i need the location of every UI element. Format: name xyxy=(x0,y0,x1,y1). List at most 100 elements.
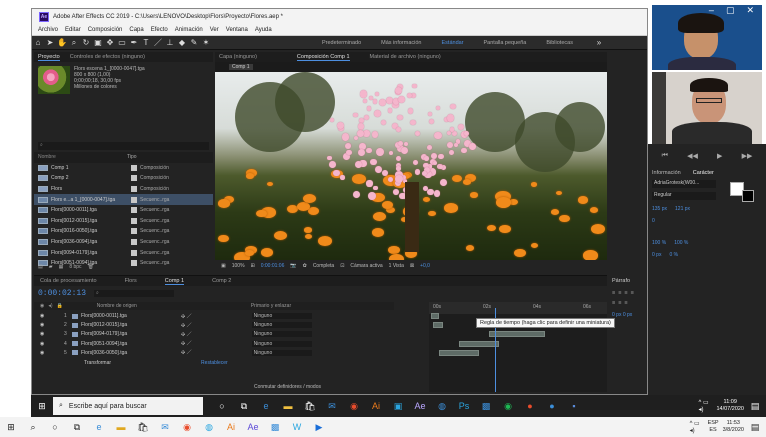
layer-duration-bar[interactable] xyxy=(459,340,499,347)
views-select[interactable]: 1 Vista xyxy=(389,263,404,269)
menu-capa[interactable]: Capa xyxy=(129,27,143,33)
tab-comp2[interactable]: Comp 2 xyxy=(212,278,231,284)
tab-footage[interactable]: Material de archivo (ninguno) xyxy=(370,54,441,60)
app-red-icon[interactable]: ● xyxy=(523,399,537,413)
switch-icons[interactable]: ✣ ／ xyxy=(181,349,192,356)
layer-search-input[interactable]: ⌕ xyxy=(94,290,174,297)
trash-icon[interactable]: 🗑 xyxy=(88,264,94,270)
new-folder-icon[interactable]: ▰ xyxy=(49,264,53,270)
windows-start-icon-outer[interactable]: ⊞ xyxy=(4,420,18,434)
roto-tool-icon[interactable]: ✎ xyxy=(188,37,200,49)
label-color-swatch[interactable] xyxy=(131,196,137,203)
type-tool-icon[interactable]: T xyxy=(140,37,152,49)
task-view-icon-outer[interactable]: ⧉ xyxy=(70,420,84,434)
toggle-switches-modes[interactable]: Conmutar definidores / modos xyxy=(254,384,321,390)
project-item[interactable]: Flors[0094-0179].tga Secuenc..rga xyxy=(34,247,213,258)
mail-icon[interactable]: ✉ xyxy=(325,399,339,413)
bpc-label[interactable]: 8 bpc xyxy=(69,264,81,270)
photos-icon-outer[interactable]: ▩ xyxy=(268,420,282,434)
reset-link[interactable]: Restablecer xyxy=(201,360,228,366)
notifications-icon[interactable]: ▤ xyxy=(748,399,762,413)
tab-layer[interactable]: Capa (ninguno) xyxy=(219,54,257,60)
roi-icon[interactable]: ⊡ xyxy=(340,263,344,269)
interpret-footage-icon[interactable]: ▤ xyxy=(38,264,43,270)
layer-row[interactable]: ◉ 2 Flors[0012-0015].tga ✣ ／ Ninguno xyxy=(34,321,394,329)
tab-render-queue[interactable]: Cola de procesamiento xyxy=(40,278,97,284)
tray-icons-outer[interactable]: ^ ▭ ◂) xyxy=(690,420,704,434)
indent-right[interactable]: 0 px xyxy=(623,312,632,318)
color-icon[interactable]: ✿ xyxy=(303,263,307,269)
menu-composicion[interactable]: Composición xyxy=(88,27,123,33)
zoom-icon-outer[interactable]: ▶ xyxy=(312,420,326,434)
render-icon[interactable]: ⊠ xyxy=(410,263,414,269)
menu-ventana[interactable]: Ventana xyxy=(226,27,248,33)
store-icon-outer[interactable]: 🛍 xyxy=(136,420,150,434)
zoom-tool-icon[interactable]: ⌕ xyxy=(68,37,80,49)
label-color-swatch[interactable] xyxy=(131,249,137,256)
transform-row[interactable]: Transformar Restablecer xyxy=(34,359,394,367)
firefox-icon-outer[interactable]: ◉ xyxy=(180,420,194,434)
menu-efecto[interactable]: Efecto xyxy=(151,27,168,33)
chrome-icon[interactable]: ◍ xyxy=(435,399,449,413)
menu-editar[interactable]: Editar xyxy=(65,27,81,33)
label-color-swatch[interactable] xyxy=(131,217,137,224)
project-item[interactable]: Flors e...a 1_[0000-0047].tga Secuenc..rg… xyxy=(34,194,213,205)
snapshot-icon[interactable]: 📷 xyxy=(290,263,296,269)
time-ruler[interactable]: 00s 02s 04s 06s xyxy=(429,302,607,314)
visibility-toggle-icon[interactable]: ◉ xyxy=(40,350,50,356)
home-icon[interactable]: ⌂ xyxy=(32,37,44,49)
camera-select[interactable]: Cámara activa xyxy=(350,263,382,269)
tab-info[interactable]: Información xyxy=(652,170,681,176)
column-type[interactable]: Tipo xyxy=(127,154,167,160)
puppet-tool-icon[interactable]: ✶ xyxy=(200,37,212,49)
font-family-select[interactable]: AdriaGrotesk(W00... xyxy=(652,180,716,188)
chrome-icon-outer[interactable]: ◍ xyxy=(202,420,216,434)
parent-select[interactable]: Ninguno xyxy=(251,349,312,356)
selection-tool-icon[interactable]: ➤ xyxy=(44,37,56,49)
firefox-icon[interactable]: ◉ xyxy=(347,399,361,413)
switch-icons[interactable]: ✣ ／ xyxy=(181,322,192,329)
project-item[interactable]: Flors[0036-0094].tga Secuenc..rga xyxy=(34,237,213,248)
after-effects-taskbar-icon[interactable]: Ae xyxy=(413,399,427,413)
tsume-field[interactable]: 0 % xyxy=(669,252,678,258)
tab-composition[interactable]: Composición Comp 1 xyxy=(296,54,350,61)
viewer-timecode[interactable]: 0:00:01:06 xyxy=(261,263,285,269)
project-item[interactable]: Comp 2 Composición xyxy=(34,173,213,184)
file-explorer-icon-outer[interactable]: ▬ xyxy=(114,420,128,434)
workspace-libraries[interactable]: Bibliotecas xyxy=(546,40,573,46)
layer-name[interactable]: Flors[0051-0094].tga xyxy=(81,341,171,347)
comp-breadcrumb[interactable]: Comp 1 xyxy=(229,64,253,70)
align-icons[interactable]: ≡≡≡≡ xyxy=(612,290,646,296)
visibility-toggle-icon[interactable]: ◉ xyxy=(40,341,50,347)
pan-behind-tool-icon[interactable]: ✥ xyxy=(104,37,116,49)
workspace-default[interactable]: Predeterminado xyxy=(322,40,361,46)
notifications-icon-outer[interactable]: ▤ xyxy=(748,420,762,434)
workspace-standard[interactable]: Estándar xyxy=(442,40,464,46)
layer-row[interactable]: ◉ 1 Flors[0000-0011].tga ✣ ／ Ninguno xyxy=(34,312,394,320)
illustrator-icon-outer[interactable]: Ai xyxy=(224,420,238,434)
next-frame-icon[interactable]: ▶▶ xyxy=(742,152,753,160)
project-item[interactable]: Flors[0000-0011].tga Secuenc..rga xyxy=(34,205,213,216)
cortana-icon[interactable]: ○ xyxy=(215,399,229,413)
switch-icons[interactable]: ✣ ／ xyxy=(181,340,192,347)
edge-icon[interactable]: e xyxy=(259,399,273,413)
photoshop-icon[interactable]: Ps xyxy=(457,399,471,413)
switch-icons[interactable]: ✣ ／ xyxy=(181,331,192,338)
new-comp-icon[interactable]: ▦ xyxy=(59,264,64,270)
outer-clock[interactable]: 11:53 3/8/2020 xyxy=(723,420,744,434)
composition-canvas[interactable] xyxy=(215,72,607,260)
store-icon[interactable]: 🛍 xyxy=(303,399,317,413)
camera-tool-icon[interactable]: ▣ xyxy=(92,37,104,49)
label-color-swatch[interactable] xyxy=(131,228,137,235)
tab-project[interactable]: Proyecto xyxy=(38,54,60,61)
menu-archivo[interactable]: Archivo xyxy=(38,27,58,33)
photos-icon[interactable]: ▣ xyxy=(391,399,405,413)
brush-tool-icon[interactable]: ／ xyxy=(152,37,164,49)
layer-name[interactable]: Flors[0000-0011].tga xyxy=(81,313,171,319)
menu-ver[interactable]: Ver xyxy=(210,27,219,33)
close-icon[interactable]: ✕ xyxy=(746,5,754,17)
layer-name[interactable]: Flors[0094-0179].tga xyxy=(81,331,171,337)
edge-icon-outer[interactable]: e xyxy=(92,420,106,434)
parent-select[interactable]: Ninguno xyxy=(251,340,312,347)
layer-row[interactable]: ◉ 5 Flors[0036-0050].tga ✣ ／ Ninguno xyxy=(34,349,394,357)
